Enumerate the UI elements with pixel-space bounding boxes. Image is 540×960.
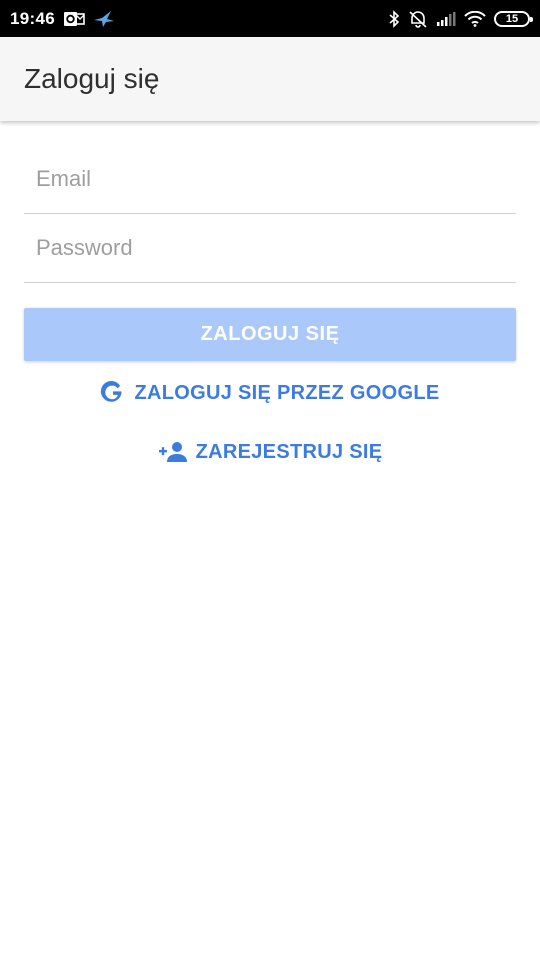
- email-field-container: [24, 145, 516, 214]
- google-login-button[interactable]: ZALOGUJ SIĘ PRZEZ GOOGLE: [0, 373, 540, 413]
- add-person-icon: [158, 440, 188, 464]
- wifi-icon: [464, 10, 486, 27]
- app-bar: Zaloguj się: [0, 37, 540, 121]
- status-bar-right: 15: [388, 9, 533, 28]
- signal-icon: [436, 11, 456, 27]
- google-login-label: ZALOGUJ SIĘ PRZEZ GOOGLE: [134, 381, 440, 404]
- register-label: ZAREJESTRUJ SIĘ: [195, 440, 383, 463]
- battery-level: 15: [505, 12, 519, 25]
- login-form: [24, 145, 516, 283]
- password-field[interactable]: [24, 214, 516, 282]
- email-field[interactable]: [24, 145, 516, 213]
- register-button[interactable]: ZAREJESTRUJ SIĘ: [0, 432, 540, 472]
- bird-icon: [93, 10, 115, 28]
- page-title: Zaloguj się: [24, 63, 160, 94]
- login-button[interactable]: ZALOGUJ SIĘ: [24, 308, 516, 361]
- alarm-off-icon: [408, 10, 428, 28]
- login-button-label: ZALOGUJ SIĘ: [200, 323, 340, 345]
- outlook-icon: [63, 10, 85, 28]
- google-g-icon: [100, 380, 126, 406]
- status-bar-left: 19:46: [10, 9, 115, 29]
- bluetooth-icon: [388, 9, 400, 28]
- password-field-container: [24, 214, 516, 283]
- status-time: 19:46: [10, 8, 55, 28]
- battery-icon: 15: [494, 10, 533, 27]
- status-bar: 19:46 15: [0, 0, 540, 37]
